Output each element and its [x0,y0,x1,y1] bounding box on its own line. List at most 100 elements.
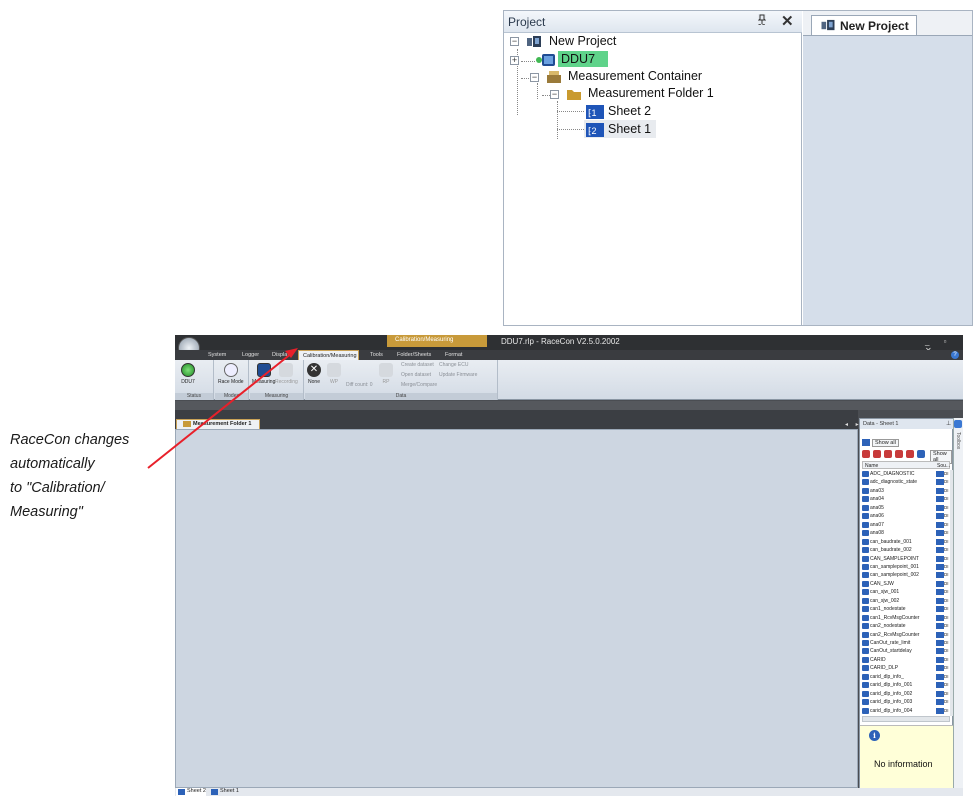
filter-red-icon[interactable] [884,450,892,458]
signal-row[interactable]: ana06 DI [862,512,950,521]
horizontal-scrollbar[interactable] [862,716,950,722]
tab-new-project[interactable]: New Project [811,15,917,35]
signal-row[interactable]: CARID DI [862,656,950,665]
signal-row[interactable]: can_samplepoint_002 DI [862,571,950,580]
signal-row[interactable]: CARID_DLP DI [862,664,950,673]
collapse-icon[interactable]: − [550,90,559,99]
tree-item-measurement-container[interactable]: − Measurement Container [530,68,780,86]
measurement-canvas[interactable] [175,429,858,788]
tab-display[interactable]: Display [272,350,290,360]
tab-system[interactable]: System [208,350,226,360]
signal-row[interactable]: ana05 DI [862,504,950,513]
signal-row[interactable]: can1_nodestate DI [862,605,950,614]
toolbox-strip[interactable]: Toolbox [953,418,963,788]
tab-calibration-measuring[interactable]: Calibration/Measuring [298,350,359,360]
measuring-button[interactable]: Measuring [252,363,275,385]
signal-row[interactable]: ADC_DIAGNOSTIC DI [862,470,950,479]
tab-tools[interactable]: Tools [370,350,383,360]
diff-count-label: Diff count: 0 [346,382,373,388]
tab-logger[interactable]: Logger [242,350,259,360]
signal-row[interactable]: CanOut_startdelay DI [862,647,950,656]
signal-row[interactable]: CanOut_rate_limit DI [862,639,950,648]
pin-icon[interactable]: ⊥ [946,420,951,427]
sheet-tab-2[interactable]: Sheet 2 [176,788,206,796]
signal-row[interactable]: CAN_SAMPLEPOINT DI [862,555,950,564]
rp-button[interactable]: RP [379,363,393,385]
signal-row[interactable]: can2_RcvMsgCounter DI [862,631,950,640]
signal-row[interactable]: carid_dlp_info_003 DI [862,698,950,707]
tab-folder-sheets[interactable]: Folder/Sheets [397,350,431,360]
signal-row[interactable]: can_sjw_001 DI [862,588,950,597]
tree-item-new-project[interactable]: − New Project [510,33,760,51]
close-icon[interactable]: ✕ [781,12,794,30]
signal-name: carid_dlp_info_003 [870,699,913,706]
signal-row[interactable]: carid_dlp_info_001 DI [862,681,950,690]
signal-row[interactable]: carid_dlp_info_004 DI [862,707,950,716]
filter-red-icon[interactable] [862,450,870,458]
source-icon [936,707,944,714]
signal-row[interactable]: adc_diagnostic_state DI [862,478,950,487]
quick-access-toolbar[interactable] [175,401,963,410]
column-source[interactable]: Sou... [937,463,950,469]
signal-row[interactable]: ana03 DI [862,487,950,496]
collapse-icon[interactable]: − [530,73,539,82]
pin-icon[interactable]: ᴥ [758,14,766,28]
signal-row[interactable]: carid_dlp_info_002 DI [862,690,950,699]
source-label: DI [944,656,949,662]
collapse-icon[interactable]: − [510,37,519,46]
merge-compare-button[interactable]: Merge/Compare [401,382,437,388]
none-dropdown[interactable]: ✕ None [307,363,321,385]
source-label: DI [944,682,949,688]
signal-row[interactable]: can_baudrate_002 DI [862,546,950,555]
expand-icon[interactable]: + [510,56,519,65]
filter-blue-icon[interactable] [917,450,925,458]
signal-name: CanOut_startdelay [870,648,912,655]
signal-name: carid_dlp_info_ [870,673,904,680]
filter-red-icon[interactable] [873,450,881,458]
source-icon [936,589,944,596]
tree-item-sheet-1[interactable]: ⁅2 Sheet 1 [584,120,786,139]
wp-button[interactable]: WP [327,363,341,385]
signal-row[interactable]: can_samplepoint_001 DI [862,563,950,572]
sheet-icon: ⁅2 [586,123,604,137]
show-all-toggle[interactable]: Show all [862,439,899,447]
filter-red-icon[interactable] [906,450,914,458]
signal-name: CARID_DLP [870,665,899,672]
signal-row[interactable]: ana04 DI [862,495,950,504]
race-mode-button[interactable]: Race Mode [218,363,244,385]
help-icon[interactable]: ? [951,351,959,359]
ribbon: DDU7 Status Race Mode Modes Measuring Re… [175,360,963,400]
filter-red-icon[interactable] [895,450,903,458]
tree-item-sheet-2[interactable]: ⁅1 Sheet 2 [586,103,786,121]
measuring-icon [256,363,271,377]
change-ecu-button[interactable]: Change ECU [439,362,468,368]
signal-row[interactable]: can_sjw_002 DI [862,597,950,606]
source-label: DI [944,665,949,671]
tree-item-measurement-folder[interactable]: − Measurement Folder 1 [550,85,800,103]
create-dataset-button[interactable]: Create dataset [401,362,434,368]
toolbox-icon[interactable] [954,420,962,428]
status-light-icon [181,363,195,377]
recording-button[interactable]: Recording [275,363,298,385]
signal-icon [862,699,869,706]
sheet-tab-1[interactable]: Sheet 1 [209,788,239,796]
signal-row[interactable]: CAN_SJW DI [862,580,950,589]
ddu7-button[interactable]: DDU7 [181,363,195,385]
signal-icon [862,597,869,604]
column-name[interactable]: Name [865,463,878,469]
signal-name: can_samplepoint_002 [870,572,919,579]
signal-row[interactable]: ana08 DI [862,529,950,538]
signal-row[interactable]: can_baudrate_001 DI [862,538,950,547]
signal-row[interactable]: can1_RcvMsgCounter DI [862,614,950,623]
tree-item-ddu7[interactable]: + DDU7 [510,51,760,69]
folder-icon [566,87,582,101]
open-dataset-button[interactable]: Open dataset [401,372,431,378]
signal-row[interactable]: can2_nodestate DI [862,622,950,631]
source-icon [936,631,944,638]
update-firmware-button[interactable]: Update Firmware [439,372,477,378]
tab-measurement-folder[interactable]: Measurement Folder 1 [176,419,260,429]
signal-row[interactable]: ana07 DI [862,521,950,530]
tab-format[interactable]: Format [445,350,462,360]
info-area: i No information [860,725,954,789]
signal-row[interactable]: carid_dlp_info_ DI [862,673,950,682]
